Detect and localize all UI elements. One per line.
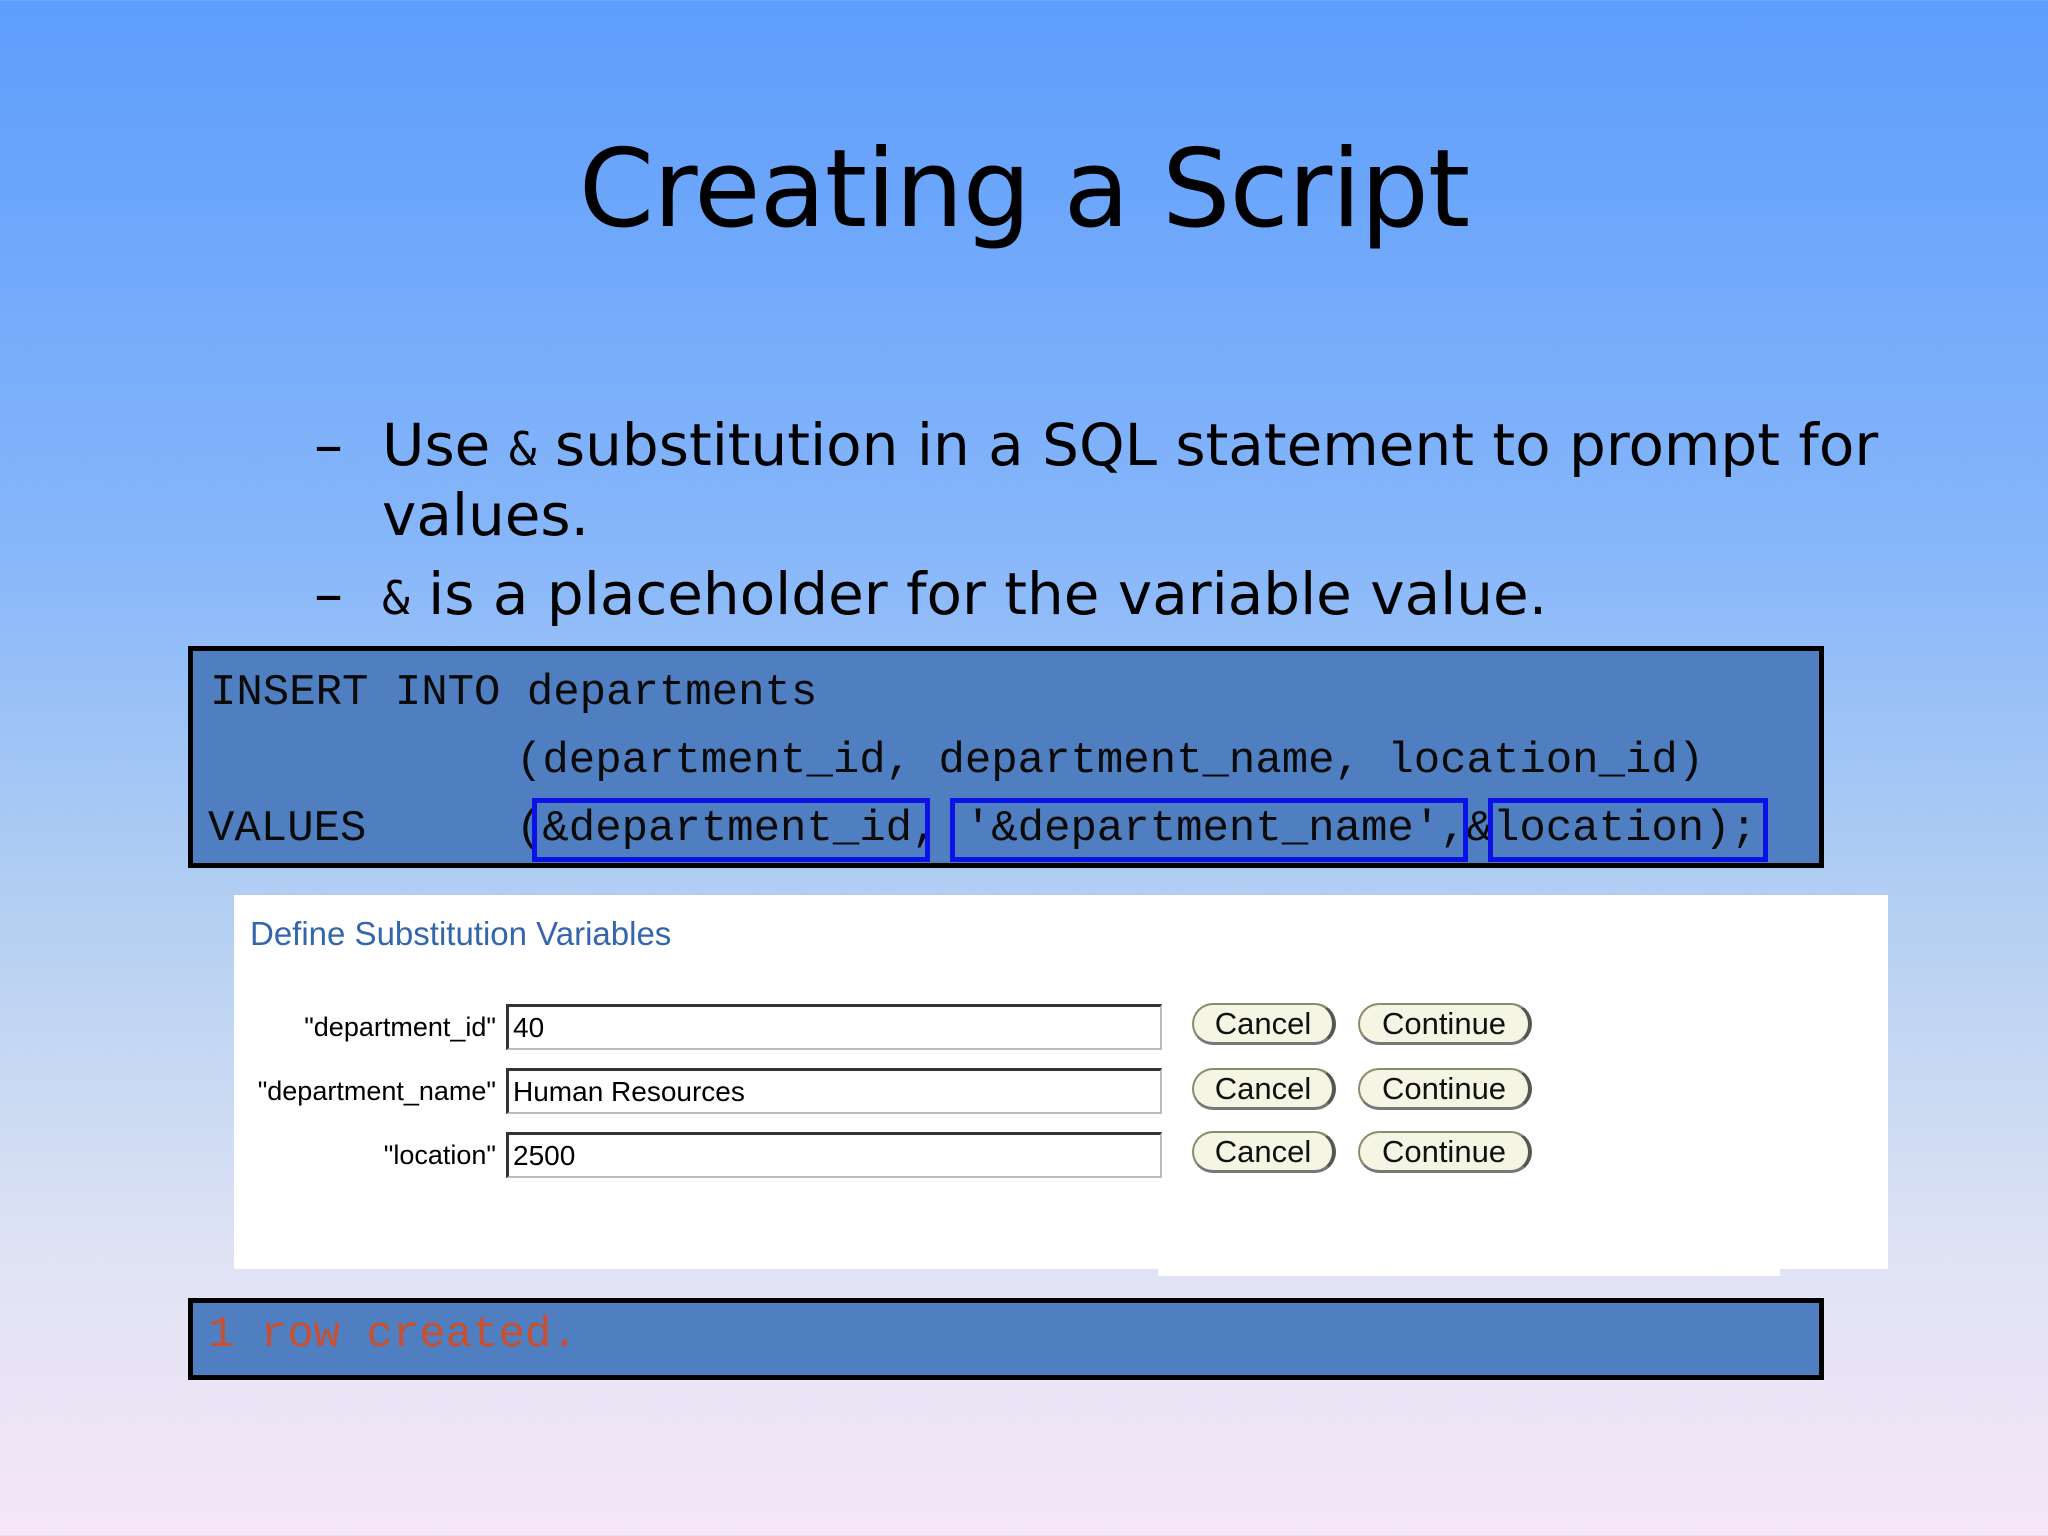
result-message: 1 row created. <box>208 1310 578 1360</box>
ampersand-code: & <box>382 571 410 625</box>
code-line-values-keyword: VALUES <box>208 804 367 854</box>
code-line-columns: (department_id, department_name, locatio… <box>516 736 1705 786</box>
cancel-button[interactable]: Cancel <box>1192 1131 1336 1173</box>
cancel-button[interactable]: Cancel <box>1192 1003 1336 1045</box>
cancel-button[interactable]: Cancel <box>1192 1068 1336 1110</box>
code-line-insert: INSERT INTO departments <box>210 668 818 718</box>
slide-title: Creating a Script <box>578 127 1471 252</box>
bullet-dash: – <box>314 411 343 479</box>
department-name-field[interactable]: Human Resources <box>506 1068 1162 1114</box>
label-location: "location" <box>383 1140 496 1170</box>
highlight-department-id <box>532 798 930 862</box>
bullet-text-part: values. <box>382 481 590 549</box>
label-department-name: "department_name" <box>257 1076 496 1106</box>
highlight-location <box>1488 798 1768 862</box>
continue-button[interactable]: Continue <box>1358 1131 1532 1173</box>
bullet-dash: – <box>314 560 343 628</box>
continue-button[interactable]: Continue <box>1358 1068 1532 1110</box>
ampersand-code: & <box>508 422 537 476</box>
continue-button[interactable]: Continue <box>1358 1003 1532 1045</box>
bullet-text: & is a placeholder for the variable valu… <box>382 561 2048 631</box>
bullet-text: Use & substitution in a SQL statement to… <box>382 412 2048 548</box>
label-department-id: "department_id" <box>304 1012 496 1042</box>
highlight-department-name <box>950 798 1468 862</box>
dialog-panel-extension <box>1158 1260 1780 1276</box>
department-id-field[interactable]: 40 <box>506 1004 1162 1050</box>
dialog-title: Define Substitution Variables <box>250 915 672 952</box>
bullet-text-part: is a placeholder for the variable value. <box>409 560 1548 628</box>
bullet-text-part: substitution in a SQL statement to promp… <box>536 411 1879 479</box>
location-field[interactable]: 2500 <box>506 1132 1162 1178</box>
bullet-text-part: Use <box>382 411 509 479</box>
